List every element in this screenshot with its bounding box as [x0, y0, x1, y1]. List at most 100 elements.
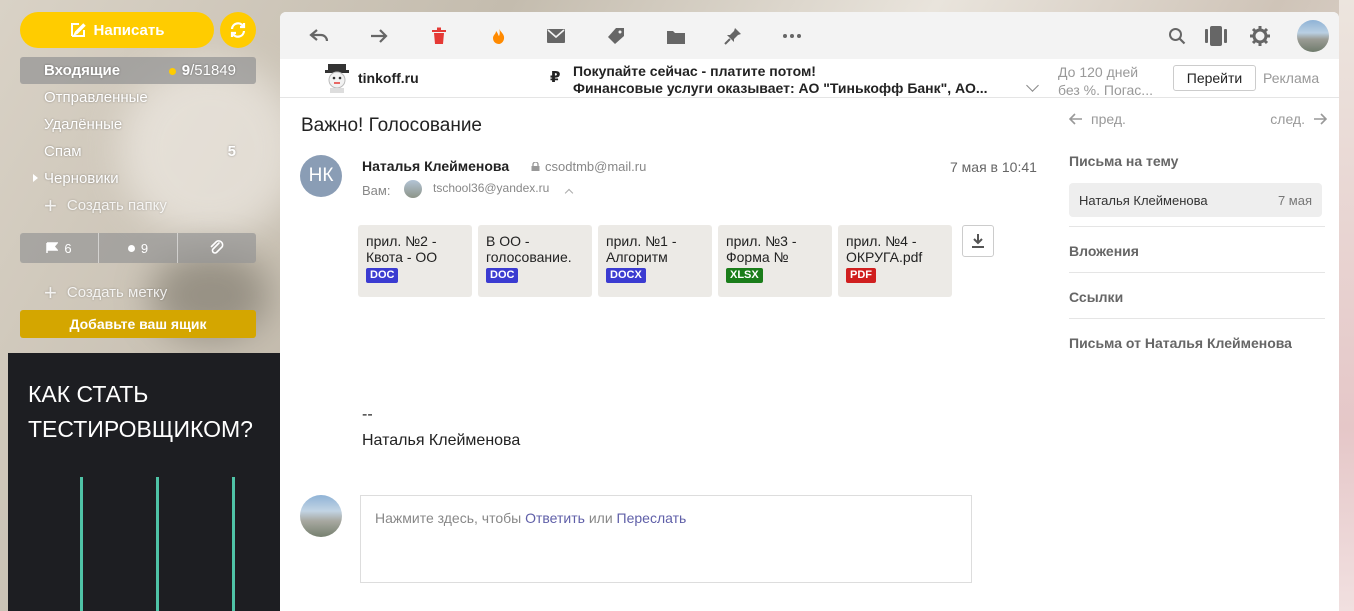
attachment-item[interactable]: В ОО - голосование. DOC [478, 225, 592, 297]
folder-inbox[interactable]: Входящие 9/51849 [20, 57, 256, 84]
flag-icon [46, 242, 59, 253]
thread-header[interactable]: Письма на тему [1069, 153, 1325, 169]
arrow-left-icon [1069, 113, 1082, 125]
forward-link[interactable]: Переслать [617, 510, 687, 526]
reply-icon[interactable] [307, 24, 331, 48]
user-avatar[interactable] [1297, 20, 1329, 52]
toolbar [280, 12, 1339, 59]
reply-prompt: Нажмите здесь, чтобы [375, 510, 522, 526]
layout-icon[interactable] [1204, 24, 1228, 48]
expand-triangle-icon[interactable] [33, 174, 38, 182]
delete-icon[interactable] [427, 24, 451, 48]
links-link[interactable]: Ссылки [1069, 289, 1325, 305]
attachments-link[interactable]: Вложения [1069, 243, 1325, 259]
download-all-button[interactable] [962, 225, 994, 257]
reply-avatar [300, 495, 342, 537]
paperclip-icon [210, 240, 224, 254]
filter-unread[interactable]: 9 [99, 233, 178, 263]
attachment-type-badge: XLSX [726, 268, 763, 283]
sender-avatar[interactable]: НК [300, 155, 342, 197]
folder-list: Входящие 9/51849 Отправленные Удалённые … [20, 57, 256, 219]
lock-icon [531, 162, 540, 171]
inbox-total: /51849 [190, 62, 236, 79]
folder-label: Спам [44, 143, 82, 160]
prev-message-button[interactable]: пред. [1069, 111, 1126, 127]
ad-decor-line [80, 477, 83, 611]
sender-messages-link[interactable]: Письма от Наталья Клейменова [1069, 335, 1325, 351]
add-mailbox-button[interactable]: Добавьте ваш ящик [20, 310, 256, 338]
to-label: Вам: [362, 183, 391, 198]
filter-attachments[interactable] [178, 233, 256, 263]
arrow-right-icon [1314, 113, 1327, 125]
ad-headline-line: Финансовые услуги оказывает: АО "Тинькоф… [573, 80, 988, 96]
fire-icon[interactable] [487, 24, 511, 48]
more-icon[interactable] [780, 24, 804, 48]
folder-icon[interactable] [664, 24, 688, 48]
signature-name: Наталья Клейменова [362, 432, 521, 449]
ad-bar[interactable]: tinkoff.ru ₽ Покупайте сейчас - платите … [280, 59, 1339, 98]
thread-nav: пред. след. [1069, 111, 1327, 131]
next-message-button[interactable]: след. [1270, 111, 1327, 127]
attachment-type-badge: DOC [486, 268, 519, 283]
quick-reply-box[interactable]: Нажмите здесь, чтобы Ответить или Пересл… [360, 495, 972, 583]
ad-headline-line: Покупайте сейчас - платите потом! [573, 63, 816, 79]
folder-spam[interactable]: Спам 5 [20, 138, 256, 165]
pin-icon[interactable] [721, 24, 745, 48]
tag-icon[interactable] [604, 24, 628, 48]
compose-label: Написать [93, 21, 165, 39]
ad-banner-title: КАК СТАТЬ ТЕСТИРОВЩИКОМ? [28, 377, 253, 447]
unread-count: 9 [140, 240, 149, 256]
unread-dot-icon [127, 244, 135, 252]
forward-icon[interactable] [367, 24, 391, 48]
mark-read-icon[interactable] [544, 24, 568, 48]
create-label-link[interactable]: + Создать метку [20, 279, 256, 306]
refresh-icon [230, 22, 246, 38]
attachment-item[interactable]: прил. №3 - Форма № XLSX [718, 225, 832, 297]
folder-deleted[interactable]: Удалённые [20, 111, 256, 138]
plus-icon: + [44, 192, 57, 218]
message-panel: tinkoff.ru ₽ Покупайте сейчас - платите … [280, 12, 1339, 611]
folder-drafts[interactable]: Черновики [20, 165, 256, 192]
folder-label: Входящие [44, 62, 121, 79]
ad-decor-line [232, 477, 235, 611]
chevron-up-icon[interactable] [564, 188, 574, 198]
ad-headline: Покупайте сейчас - платите потом! Финанс… [573, 63, 988, 97]
filter-flagged[interactable]: 6 [20, 233, 99, 263]
ad-banner-title-line: КАК СТАТЬ [28, 381, 149, 407]
sender-email[interactable]: csodtmb@mail.ru [545, 159, 646, 174]
search-icon[interactable] [1165, 24, 1189, 48]
add-mailbox-label: Добавьте ваш ящик [69, 316, 207, 332]
ad-go-button[interactable]: Перейти [1173, 65, 1256, 91]
plus-icon: + [44, 279, 57, 305]
ad-label: Реклама [1263, 70, 1320, 86]
create-label-wrapper: + Создать метку [20, 279, 256, 306]
reply-link[interactable]: Ответить [525, 510, 585, 526]
recipient-email[interactable]: tschool36@yandex.ru [433, 181, 549, 195]
inbox-unread: 9 [181, 62, 191, 79]
thread-item[interactable]: Наталья Клейменова 7 мая [1069, 183, 1322, 217]
sidebar-ad-banner[interactable]: КАК СТАТЬ ТЕСТИРОВЩИКОМ? [8, 353, 280, 611]
signature-dash: -- [362, 406, 373, 423]
folder-sent[interactable]: Отправленные [20, 84, 256, 111]
settings-gear-icon[interactable] [1248, 24, 1272, 48]
attachment-name: прил. №4 - ОКРУГА.pdf [846, 233, 923, 265]
create-folder-label: Создать папку [66, 197, 167, 214]
divider [1069, 226, 1325, 227]
unread-dot-icon [168, 67, 176, 75]
create-folder-link[interactable]: + Создать папку [20, 192, 256, 219]
inbox-count: 9/51849 [168, 62, 236, 79]
sender-name[interactable]: Наталья Клейменова [362, 158, 509, 174]
ad-side-line: без %. Погас... [1058, 82, 1153, 98]
chevron-down-icon[interactable] [1026, 79, 1039, 92]
reply-or: или [588, 510, 613, 526]
divider [1069, 272, 1325, 273]
attachment-item[interactable]: прил. №4 - ОКРУГА.pdf PDF [838, 225, 952, 297]
attachment-name: прил. №2 - Квота - ОО [366, 233, 438, 265]
attachment-name: прил. №3 - Форма № [726, 233, 797, 265]
pencil-icon [70, 23, 86, 37]
refresh-button[interactable] [220, 12, 256, 48]
ad-side-line: До 120 дней [1058, 64, 1139, 80]
attachment-item[interactable]: прил. №1 - Алгоритм DOCX [598, 225, 712, 297]
compose-button[interactable]: Написать [20, 12, 214, 48]
attachment-item[interactable]: прил. №2 - Квота - ОО DOC [358, 225, 472, 297]
